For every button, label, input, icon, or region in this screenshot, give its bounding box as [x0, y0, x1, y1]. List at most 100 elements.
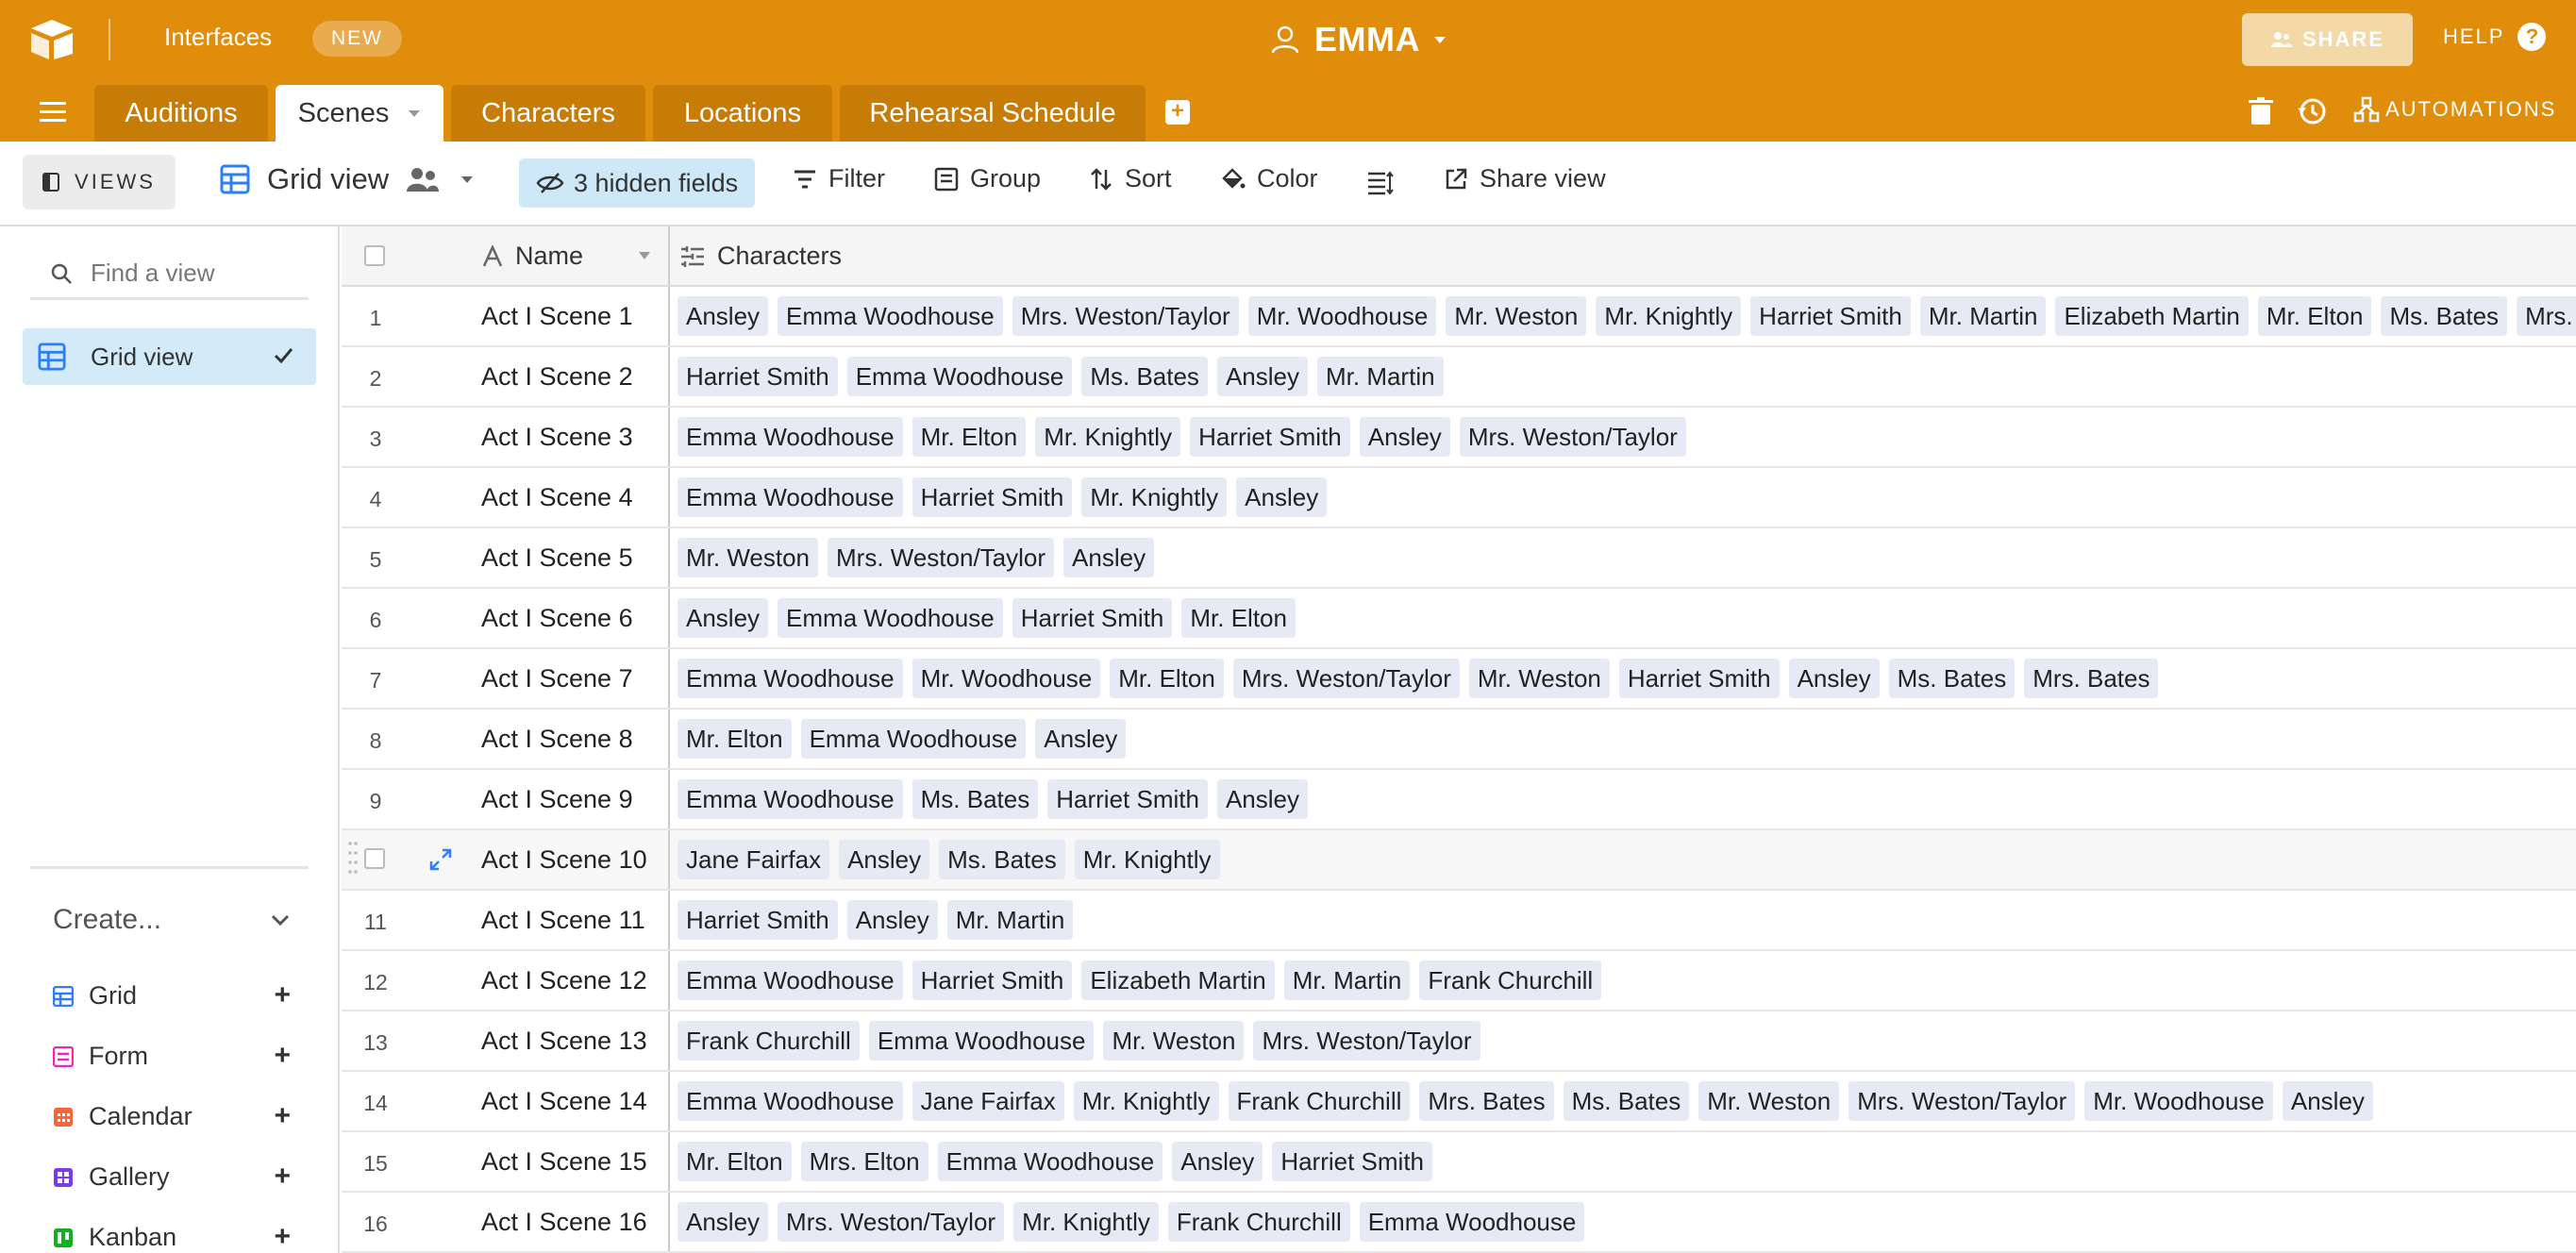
tab-auditions[interactable]: Auditions [94, 85, 268, 142]
character-chip[interactable]: Mrs. Weston/Taylor [1848, 1081, 2076, 1121]
table-row[interactable]: 14 Act I Scene 14 Emma Woodhouse Jane Fairf… [342, 1072, 2576, 1132]
automations-button[interactable]: AUTOMATIONS [2353, 96, 2556, 123]
character-chip[interactable]: Mr. Martin [1919, 296, 2047, 336]
character-chip[interactable]: Mr. Martin [1316, 357, 1444, 396]
character-chip[interactable]: Ansley [1359, 417, 1450, 457]
character-chip[interactable]: Harriet Smith [1618, 659, 1780, 698]
characters-cell[interactable]: Emma Woodhouse Ms. Bates Harriet Smith Ansl… [677, 779, 1317, 819]
table-row[interactable]: 9 Act I Scene 9 Emma Woodhouse Ms. Bates Har… [342, 770, 2576, 830]
character-chip[interactable]: Harriet Smith [912, 961, 1073, 1000]
character-chip[interactable]: Frank Churchill [677, 1021, 860, 1061]
character-chip[interactable]: Ansley [1236, 477, 1328, 517]
character-chip[interactable]: Mrs. Weston/Taylor [1459, 417, 1686, 457]
character-chip[interactable]: Ms. Bates [1888, 659, 2016, 698]
name-cell[interactable]: 2 Act I Scene 2 [342, 347, 670, 406]
character-chip[interactable]: Mrs. Weston/Taylor [778, 1202, 1005, 1242]
character-chip[interactable]: Mr. Martin [946, 900, 1074, 940]
color-button[interactable]: Color [1221, 164, 1318, 193]
tab-characters[interactable]: Characters [451, 85, 645, 142]
base-title[interactable]: EMMA [1269, 17, 1448, 62]
table-row[interactable]: 3 Act I Scene 3 Emma Woodhouse Mr. Elton Mr.… [342, 408, 2576, 468]
tab-rehearsal-schedule[interactable]: Rehearsal Schedule [840, 85, 1146, 142]
expand-record-icon[interactable] [428, 847, 453, 872]
character-chip[interactable]: Mrs. Elton [800, 1142, 928, 1181]
character-chip[interactable]: Frank Churchill [1167, 1202, 1350, 1242]
menu-icon[interactable] [40, 102, 66, 123]
character-chip[interactable]: Ansley [1788, 659, 1880, 698]
table-row[interactable]: 7 Act I Scene 7 Emma Woodhouse Mr. Woodhous… [342, 649, 2576, 710]
characters-cell[interactable]: Frank Churchill Emma Woodhouse Mr. Weston M… [677, 1021, 1490, 1061]
character-chip[interactable]: Ansley [839, 840, 930, 879]
select-all-checkbox[interactable] [364, 245, 385, 266]
tab-locations[interactable]: Locations [653, 85, 832, 142]
characters-column-header[interactable]: Characters [679, 242, 842, 271]
table-row[interactable]: 16 Act I Scene 16 Ansley Mrs. Weston/Taylor… [342, 1193, 2576, 1253]
name-cell[interactable]: 12 Act I Scene 12 [342, 951, 670, 1010]
create-grid-view[interactable]: Grid + [53, 979, 291, 1011]
characters-cell[interactable]: Ansley Emma Woodhouse Harriet Smith Mr. Elt… [677, 598, 1305, 638]
character-chip[interactable]: Harriet Smith [677, 357, 838, 396]
name-cell[interactable]: 14 Act I Scene 14 [342, 1072, 670, 1130]
character-chip[interactable]: Ms. Bates [912, 779, 1039, 819]
characters-cell[interactable]: Mr. Elton Mrs. Elton Emma Woodhouse Ansley H… [677, 1142, 1442, 1181]
name-cell[interactable]: 15 Act I Scene 15 [342, 1132, 670, 1191]
table-row[interactable]: 4 Act I Scene 4 Emma Woodhouse Harriet Smit… [342, 468, 2576, 528]
table-row[interactable]: 2 Act I Scene 2 Harriet Smith Emma Woodhous… [342, 347, 2576, 408]
character-chip[interactable]: Mr. Knightly [1596, 296, 1742, 336]
character-chip[interactable]: Mr. Weston [1698, 1081, 1840, 1121]
character-chip[interactable]: Emma Woodhouse [800, 719, 1027, 759]
table-row[interactable]: 12 Act I Scene 12 Emma Woodhouse Harriet Sm… [342, 951, 2576, 1011]
row-checkbox[interactable] [364, 848, 385, 869]
character-chip[interactable]: Mr. Elton [912, 417, 1027, 457]
characters-cell[interactable]: Emma Woodhouse Mr. Elton Mr. Knightly Harri… [677, 417, 1696, 457]
characters-cell[interactable]: Jane Fairfax Ansley Ms. Bates Mr. Knightly [677, 840, 1229, 879]
name-cell[interactable]: 6 Act I Scene 6 [342, 589, 670, 647]
create-form-view[interactable]: Form + [53, 1040, 291, 1071]
character-chip[interactable]: Emma Woodhouse [1359, 1202, 1585, 1242]
name-cell[interactable]: 11 Act I Scene 11 [342, 891, 670, 949]
character-chip[interactable]: Mr. Martin [1283, 961, 1411, 1000]
character-chip[interactable]: Mr. Weston [677, 538, 819, 577]
character-chip[interactable]: Harriet Smith [1750, 296, 1911, 336]
character-chip[interactable]: Mr. Knightly [1073, 1081, 1219, 1121]
character-chip[interactable]: Ms. Bates [2381, 296, 2508, 336]
character-chip[interactable]: Mr. Woodhouse [2084, 1081, 2273, 1121]
character-chip[interactable]: Elizabeth Martin [1081, 961, 1275, 1000]
character-chip[interactable]: Ansley [2282, 1081, 2373, 1121]
character-chip[interactable]: Mr. Elton [677, 1142, 792, 1181]
character-chip[interactable]: Mr. Woodhouse [912, 659, 1101, 698]
character-chip[interactable]: Mrs. Weston/Taylor [1232, 659, 1460, 698]
character-chip[interactable]: Ansley [1216, 357, 1308, 396]
character-chip[interactable]: Ansley [846, 900, 938, 940]
character-chip[interactable]: Mr. Elton [677, 719, 792, 759]
character-chip[interactable]: Mr. Elton [1110, 659, 1224, 698]
character-chip[interactable]: Frank Churchill [1228, 1081, 1411, 1121]
name-cell[interactable]: 7 Act I Scene 7 [342, 649, 670, 708]
name-cell[interactable]: 4 Act I Scene 4 [342, 468, 670, 526]
character-chip[interactable]: Mr. Knightly [1013, 1202, 1159, 1242]
character-chip[interactable]: Ansley [1063, 538, 1155, 577]
character-chip[interactable]: Frank Churchill [1419, 961, 1602, 1000]
create-view-toggle[interactable]: Create... [53, 904, 291, 936]
character-chip[interactable]: Ansley [1172, 1142, 1263, 1181]
name-cell[interactable]: 8 Act I Scene 8 [342, 710, 670, 768]
character-chip[interactable]: Mr. Elton [2257, 296, 2372, 336]
character-chip[interactable]: Harriet Smith [1012, 598, 1173, 638]
character-chip[interactable]: Emma Woodhouse [677, 659, 903, 698]
tab-scenes[interactable]: Scenes [276, 85, 443, 142]
character-chip[interactable]: Mrs. Elton [2517, 296, 2576, 336]
character-chip[interactable]: Ms. Bates [1081, 357, 1208, 396]
character-chip[interactable]: Ansley [677, 598, 769, 638]
character-chip[interactable]: Ansley [677, 296, 769, 336]
find-view-input[interactable]: Find a view [30, 249, 309, 300]
character-chip[interactable]: Mrs. Weston/Taylor [1253, 1021, 1480, 1061]
name-cell[interactable]: 9 Act I Scene 9 [342, 770, 670, 828]
trash-icon[interactable] [2248, 97, 2274, 125]
characters-cell[interactable]: Harriet Smith Ansley Mr. Martin [677, 900, 1082, 940]
character-chip[interactable]: Mr. Weston [1103, 1021, 1245, 1061]
table-row[interactable]: 13 Act I Scene 13 Frank Churchill Emma Wood… [342, 1011, 2576, 1072]
character-chip[interactable]: Harriet Smith [1047, 779, 1208, 819]
row-height-icon[interactable] [1366, 169, 1395, 197]
character-chip[interactable]: Ansley [1216, 779, 1308, 819]
character-chip[interactable]: Emma Woodhouse [677, 1081, 903, 1121]
